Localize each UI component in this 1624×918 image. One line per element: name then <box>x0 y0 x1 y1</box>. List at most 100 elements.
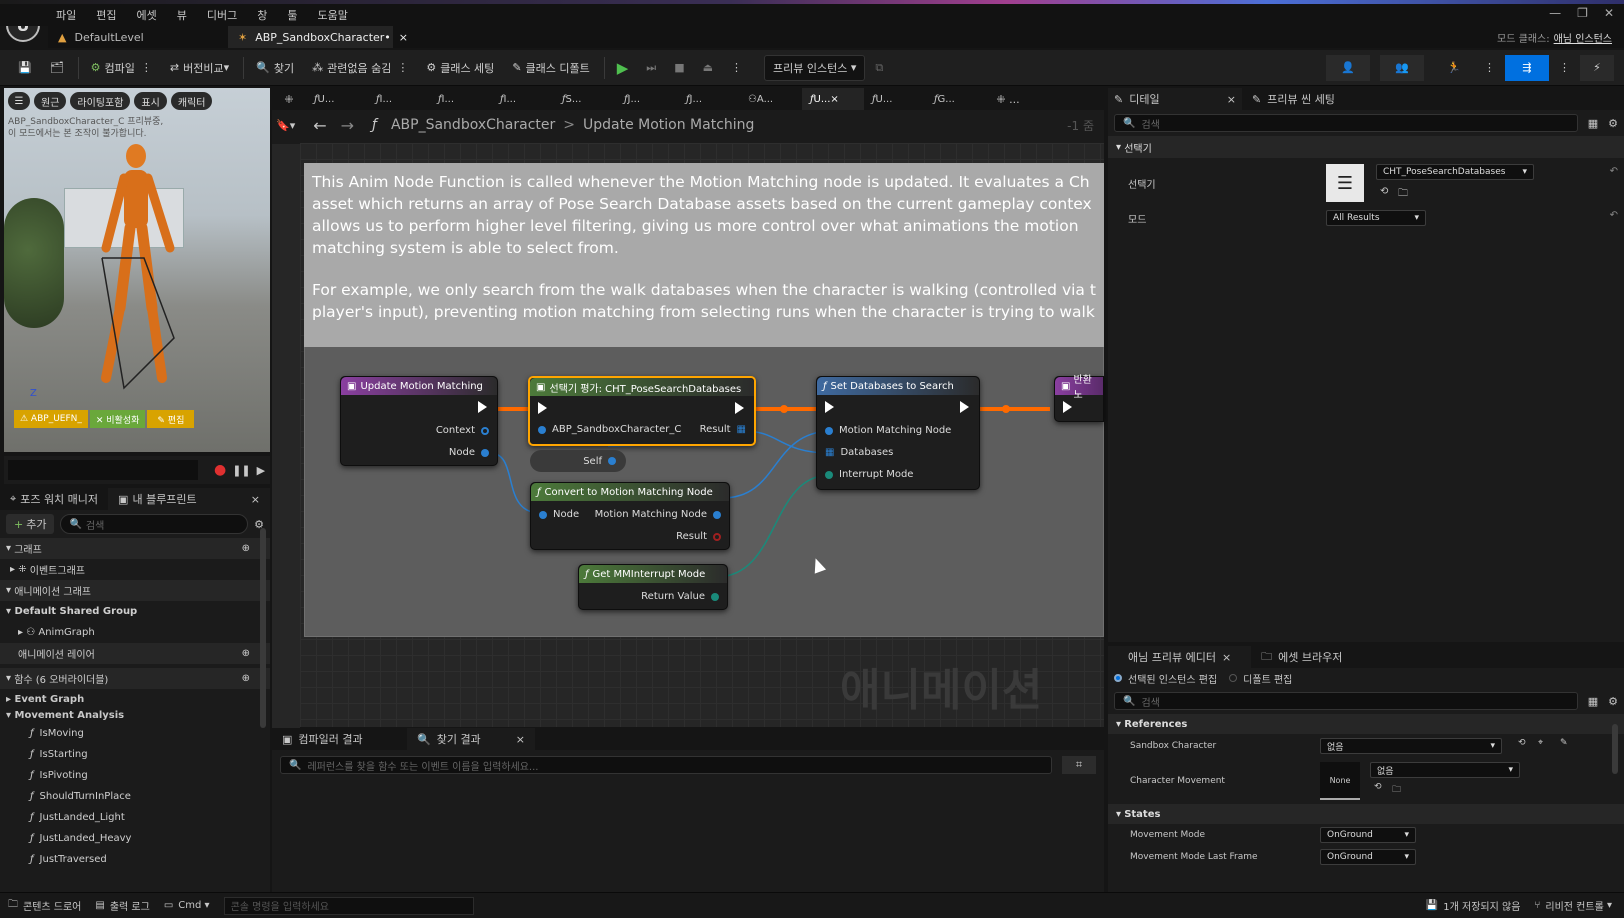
graph-tab[interactable]: ⚇ A... <box>740 88 802 110</box>
step-button[interactable]: ⏭ <box>638 55 664 81</box>
node-return[interactable]: ▣ 반환 노 <box>1054 375 1104 422</box>
record-icon[interactable]: ● <box>214 462 226 478</box>
debug-filter-icon[interactable]: ⧉ <box>867 55 891 81</box>
back-arrow-icon[interactable]: ← <box>313 116 326 135</box>
output-log-button[interactable]: ▤ 출력 로그 <box>95 898 149 913</box>
tab-preview-scene[interactable]: ✎ 프리뷰 씬 세팅 <box>1242 88 1345 110</box>
context-pin[interactable] <box>481 426 489 435</box>
character-chip[interactable]: 캐릭터 <box>170 92 213 110</box>
node-update-motion-matching[interactable]: ▣ Update Motion Matching Context Node <box>340 376 498 466</box>
exec-out-pin[interactable] <box>735 402 744 414</box>
sandbox-character-dropdown[interactable]: 없음 ▾ <box>1320 738 1502 754</box>
exec-in-pin[interactable] <box>825 401 834 413</box>
add-layer-icon[interactable]: ⊕ <box>242 648 250 659</box>
exec-out-pin[interactable] <box>960 401 969 413</box>
content-drawer-button[interactable]: 🗀 콘텐츠 드로어 <box>8 897 81 914</box>
browse-asset-icon[interactable]: 🗀 <box>1398 186 1408 203</box>
play-options-icon[interactable]: ⋮ <box>723 55 750 81</box>
self-pin[interactable] <box>608 457 616 465</box>
reset-icon[interactable]: ↶ <box>1610 210 1618 221</box>
array-in-pin[interactable]: ▦ <box>825 447 834 458</box>
target-pin[interactable] <box>538 425 546 434</box>
tab-anim-preview[interactable]: 애님 프리뷰 에디터 × <box>1108 646 1252 668</box>
exec-out-pin[interactable] <box>478 401 487 413</box>
function-list-item[interactable]: ƒ JustTraversed <box>0 849 270 870</box>
graph-tab[interactable]: ƒ I... <box>430 88 492 110</box>
menu-window[interactable]: 창 <box>257 7 267 23</box>
mesh-mode-icon[interactable]: 👥 <box>1380 54 1424 81</box>
tab-abp-sandbox[interactable]: ✶ ABP_SandboxCharacter• × <box>228 26 408 48</box>
mode-options-icon[interactable]: ⋮ <box>1476 55 1503 81</box>
tree-default-shared-group[interactable]: ▾ Default Shared Group <box>0 601 270 622</box>
section-functions[interactable]: ▾ 함수 (6 오버라이더블) ⊕ <box>0 668 270 689</box>
function-list-item[interactable]: ƒ IsStarting <box>0 744 270 765</box>
result-pin[interactable] <box>713 532 721 541</box>
add-function-icon[interactable]: ⊕ <box>242 673 250 684</box>
menu-file[interactable]: 파일 <box>56 7 76 23</box>
section-chooser-header[interactable]: ▾ 선택기 <box>1108 136 1624 158</box>
eyedropper-icon[interactable]: ✎ <box>1560 738 1568 748</box>
menu-edit[interactable]: 편집 <box>96 7 116 23</box>
edit-button[interactable]: ✎ 편집 <box>147 410 195 428</box>
more-icon[interactable]: ⋮ <box>1551 55 1578 81</box>
add-button[interactable]: + 추가 <box>6 514 55 534</box>
animation-mode-icon[interactable]: 🏃 <box>1434 55 1474 81</box>
close-tab-icon[interactable]: × <box>830 94 838 105</box>
graph-tab[interactable]: ƒ S... <box>554 88 616 110</box>
node-chooser-evaluate[interactable]: ▣ 선택기 평가: CHT_PoseSearchDatabases ABP_San… <box>528 376 756 446</box>
play-icon[interactable]: ▶ <box>257 464 265 477</box>
function-list-item[interactable]: ƒ JustLanded_Light <box>0 807 270 828</box>
stop-button[interactable]: ■ <box>666 55 692 81</box>
menu-tools[interactable]: 툴 <box>287 7 297 23</box>
mode-dropdown[interactable]: All Results ▾ <box>1326 210 1426 226</box>
viewport-menu-icon[interactable]: ☰ <box>8 92 30 110</box>
find-button[interactable]: 🔍 찾기 <box>248 55 302 81</box>
save-icon[interactable]: 💾 <box>10 55 40 81</box>
breadcrumb-asset[interactable]: ABP_SandboxCharacter <box>391 117 555 133</box>
tab-find-results[interactable]: 🔍 찾기 결과 × <box>407 728 535 750</box>
menu-view[interactable]: 뷰 <box>177 7 187 23</box>
movement-mode-last-dropdown[interactable]: OnGround ▾ <box>1320 849 1416 865</box>
show-chip[interactable]: 표시 <box>134 92 167 110</box>
tree-event-graph[interactable]: ▸ ⁜ 이벤트그래프 <box>0 559 270 580</box>
unsaved-button[interactable]: 💾 1개 저장되지 않음 <box>1426 898 1521 913</box>
section-references-header[interactable]: ▾ References <box>1108 714 1624 734</box>
table-view-icon[interactable]: ▦ <box>1588 117 1598 130</box>
graph-tab[interactable]: ƒ G... <box>926 88 988 110</box>
close-tab-icon[interactable]: × <box>1222 651 1231 664</box>
exec-in-pin[interactable] <box>1063 401 1072 413</box>
anim-preview-search-input[interactable]: 🔍 검색 <box>1114 692 1578 710</box>
function-list-item[interactable]: ƒ ShouldTurnInPlace <box>0 786 270 807</box>
class-defaults-button[interactable]: ✎ 클래스 디폴트 <box>504 55 597 81</box>
class-settings-button[interactable]: ⚙ 클래스 세팅 <box>418 55 502 81</box>
return-value-pin[interactable] <box>711 592 719 601</box>
tree-movement-analysis[interactable]: ▾ Movement Analysis <box>0 707 270 723</box>
binoculars-icon[interactable]: ⌗ <box>1062 756 1096 774</box>
find-input[interactable]: 🔍 레퍼런스를 찾을 함수 또는 이벤트 이름을 입력하세요... <box>280 756 1052 774</box>
character-movement-dropdown[interactable]: 없음 ▾ <box>1370 762 1520 778</box>
graph-tab[interactable]: ƒ J... <box>678 88 740 110</box>
use-selected-icon[interactable]: ⟲ <box>1518 738 1526 748</box>
pause-icon[interactable]: ❚❚ <box>232 464 250 477</box>
more-tabs-icon[interactable]: ⁜ ... <box>988 93 1028 106</box>
mm-node-out-pin[interactable] <box>713 510 721 519</box>
node-convert-to-mm[interactable]: ƒ Convert to Motion Matching Node Node Mo… <box>530 482 730 550</box>
lighting-chip[interactable]: 라이팅포함 <box>70 92 131 110</box>
menu-asset[interactable]: 에셋 <box>137 7 157 23</box>
add-graph-icon[interactable]: ⊕ <box>242 543 250 554</box>
reset-icon[interactable]: ↶ <box>1610 166 1618 177</box>
close-tab-icon[interactable]: × <box>251 493 260 506</box>
node-get-mm-interrupt[interactable]: ƒ Get MMInterrupt Mode Return Value <box>578 564 728 610</box>
menu-debug[interactable]: 디버그 <box>207 7 237 23</box>
movement-mode-dropdown[interactable]: OnGround ▾ <box>1320 827 1416 843</box>
left-panel-scrollbar[interactable] <box>260 528 266 728</box>
minimize-icon[interactable]: — <box>1549 6 1561 20</box>
blueprint-search-input[interactable]: 🔍 검색 <box>60 514 249 534</box>
tab-my-blueprint[interactable]: ▣ 내 블루프린트 × <box>108 488 270 510</box>
tree-event-graph-category[interactable]: ▸ Event Graph <box>0 691 270 707</box>
cmd-dropdown[interactable]: ▭ Cmd ▾ <box>164 900 210 911</box>
section-anim-layers[interactable]: 애니메이션 레이어 ⊕ <box>0 643 270 664</box>
view-perspective-chip[interactable]: 원근 <box>34 92 67 110</box>
graph-tab[interactable]: ƒ U... × <box>802 88 864 110</box>
tab-details[interactable]: ✎ 디테일 × <box>1108 88 1242 110</box>
